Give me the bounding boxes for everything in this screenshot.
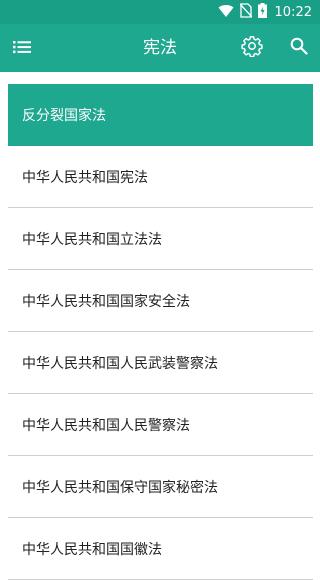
menu-icon <box>13 39 31 58</box>
list-item-label: 中华人民共和国国家安全法 <box>22 293 190 310</box>
battery-charging-icon <box>257 2 267 22</box>
list-item-label: 中华人民共和国人民武装警察法 <box>22 355 218 372</box>
gear-icon <box>241 35 263 61</box>
list-item[interactable]: 中华人民共和国人民武装警察法 <box>8 332 313 394</box>
list-item-selected[interactable]: 反分裂国家法 <box>8 84 313 146</box>
status-bar: 10:22 <box>0 0 320 24</box>
list-item[interactable]: 中华人民共和国保守国家秘密法 <box>8 456 313 518</box>
list-item[interactable]: 中华人民共和国立法法 <box>8 208 313 270</box>
list-item-label: 中华人民共和国宪法 <box>22 169 148 186</box>
wifi-icon <box>218 3 234 22</box>
list-item-label: 中华人民共和国保守国家秘密法 <box>22 479 218 496</box>
list-item[interactable]: 中华人民共和国国家安全法 <box>8 270 313 332</box>
page-title: 宪法 <box>143 38 177 58</box>
app-bar: 宪法 <box>0 24 320 72</box>
list-item-label: 中华人民共和国人民警察法 <box>22 417 190 434</box>
settings-button[interactable] <box>240 36 264 60</box>
list-item[interactable]: 中华人民共和国宪法 <box>8 146 313 208</box>
search-button[interactable] <box>287 36 311 60</box>
menu-button[interactable] <box>10 36 34 60</box>
list-item-label: 反分裂国家法 <box>22 107 106 124</box>
search-icon <box>290 37 308 59</box>
list-item[interactable]: 中华人民共和国人民警察法 <box>8 394 313 456</box>
no-sim-icon <box>239 2 253 22</box>
law-list: 反分裂国家法 中华人民共和国宪法 中华人民共和国立法法 中华人民共和国国家安全法… <box>8 84 313 580</box>
list-item[interactable]: 中华人民共和国国徽法 <box>8 518 313 580</box>
list-item-label: 中华人民共和国国徽法 <box>22 541 162 558</box>
list-item-label: 中华人民共和国立法法 <box>22 231 162 248</box>
status-icons: 10:22 <box>218 0 312 24</box>
status-time: 10:22 <box>274 4 312 20</box>
